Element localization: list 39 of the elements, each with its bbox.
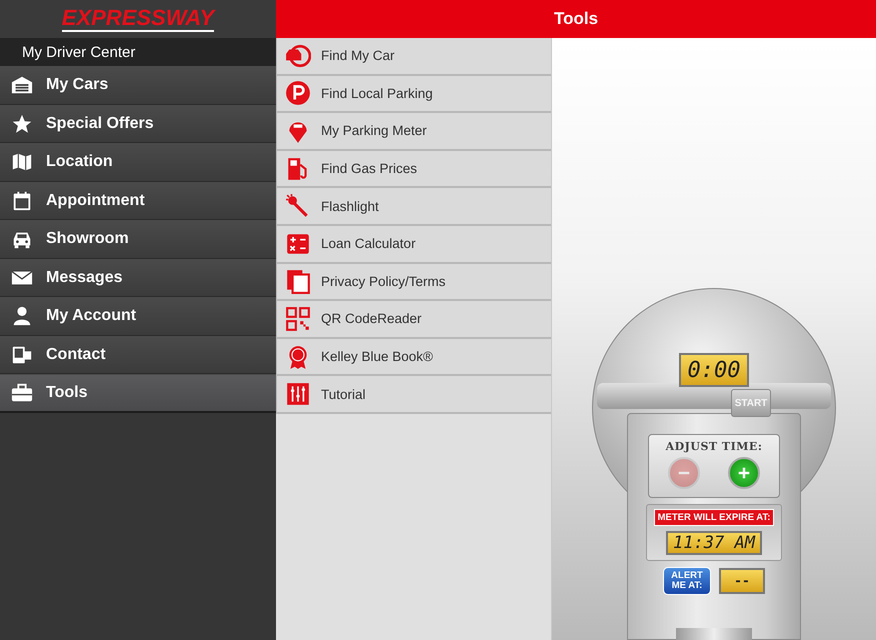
plus-icon: [737, 466, 751, 480]
car-target-icon: [285, 42, 311, 69]
tool-item[interactable]: Find Local Parking: [276, 76, 551, 114]
tool-item[interactable]: My Parking Meter: [276, 113, 551, 151]
tool-item[interactable]: Privacy Policy/Terms: [276, 264, 551, 302]
sidebar-item[interactable]: Tools: [0, 374, 276, 412]
expire-time-display: 11:37 AM: [666, 531, 762, 555]
sidebar-item[interactable]: Contact: [0, 336, 276, 374]
parking-sign-icon: [285, 80, 311, 106]
sidebar-item[interactable]: Special Offers: [0, 104, 276, 143]
tool-item[interactable]: QR CodeReader: [276, 301, 551, 339]
qr-code-icon: [285, 306, 311, 332]
sidebar-heading: My Driver Center: [0, 38, 276, 66]
increase-button[interactable]: [728, 457, 760, 489]
documents-icon: [285, 268, 311, 294]
adjust-time-label: ADJUST TIME:: [666, 440, 762, 453]
alert-time-display: --: [719, 568, 765, 594]
briefcase-icon: [10, 382, 34, 404]
tool-item[interactable]: Find My Car: [276, 38, 551, 76]
expire-label: METER WILL EXPIRE AT:: [654, 509, 774, 526]
garage-icon: [10, 74, 34, 96]
sidebar-item[interactable]: My Account: [0, 297, 276, 336]
header-title: Tools: [276, 0, 876, 38]
sliders-icon: [285, 381, 311, 408]
star-icon: [10, 112, 34, 135]
sidebar-item[interactable]: Appointment: [0, 182, 276, 220]
sidebar-item[interactable]: My Cars: [0, 66, 276, 104]
tool-item[interactable]: Tutorial: [276, 376, 551, 414]
tool-item[interactable]: Flashlight: [276, 188, 551, 226]
sidebar-item[interactable]: Showroom: [0, 220, 276, 258]
alert-me-button[interactable]: ALERT ME AT:: [663, 567, 711, 595]
tool-item[interactable]: Loan Calculator: [276, 226, 551, 264]
sidebar-item[interactable]: Messages: [0, 258, 276, 297]
time-display: 0:00: [679, 353, 749, 387]
map-icon: [10, 151, 34, 174]
logo-text: EXPRESSWAY: [62, 6, 214, 32]
sidebar-item[interactable]: Location: [0, 143, 276, 182]
tool-item[interactable]: Kelley Blue Book®: [276, 338, 551, 376]
tool-item[interactable]: Find Gas Prices: [276, 150, 551, 188]
